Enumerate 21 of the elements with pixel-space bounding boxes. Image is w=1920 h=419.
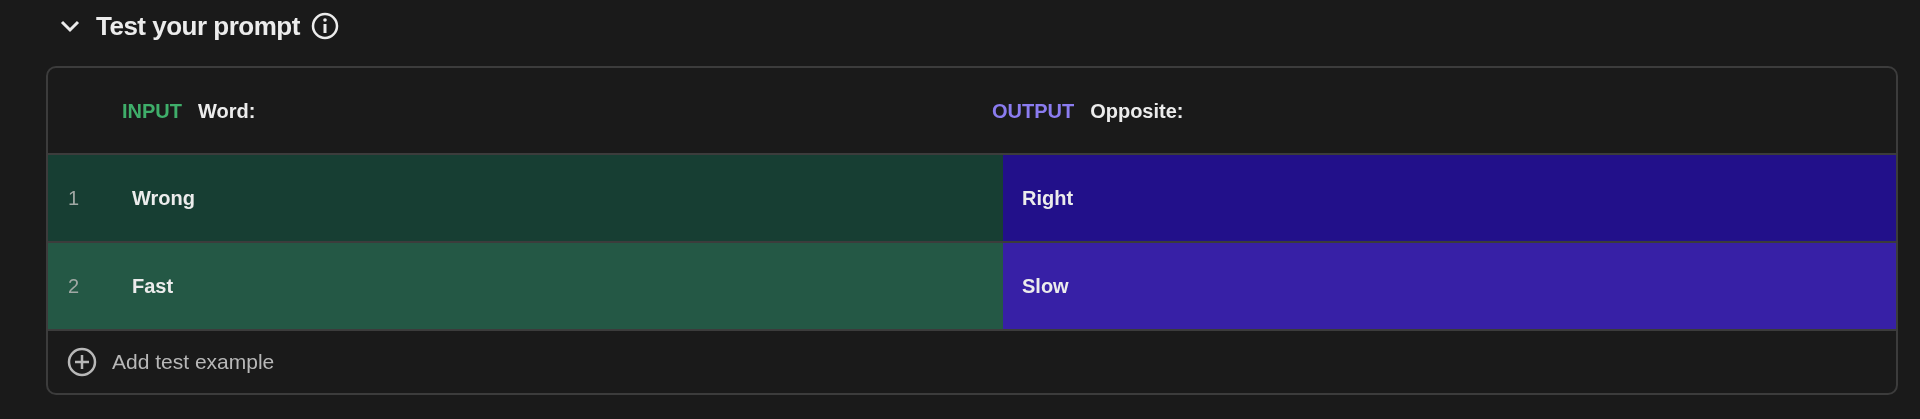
column-tag: INPUT: [122, 95, 182, 126]
add-test-example-button[interactable]: Add test example: [66, 346, 275, 378]
input-cell[interactable]: 2 Fast: [48, 243, 1003, 329]
column-label: Word:: [198, 98, 256, 124]
test-row[interactable]: 2 Fast Slow: [48, 243, 1896, 331]
column-tag: OUTPUT: [991, 95, 1075, 126]
input-cell[interactable]: 1 Wrong: [48, 155, 1003, 241]
input-text: Wrong: [132, 186, 195, 211]
plus-circle-icon: [66, 346, 98, 378]
add-label: Add test example: [112, 349, 275, 376]
output-text: Right: [1022, 186, 1074, 211]
column-label: Opposite:: [1090, 98, 1184, 124]
output-cell[interactable]: Right: [1003, 155, 1896, 241]
row-number: 2: [67, 274, 81, 299]
info-icon[interactable]: [309, 11, 340, 41]
input-text: Fast: [132, 274, 174, 299]
section-title: Test your prompt: [96, 9, 300, 43]
output-cell[interactable]: Slow: [1003, 243, 1896, 329]
row-number: 1: [67, 186, 81, 211]
test-row[interactable]: 1 Wrong Right: [48, 155, 1896, 243]
output-text: Slow: [1022, 274, 1069, 299]
